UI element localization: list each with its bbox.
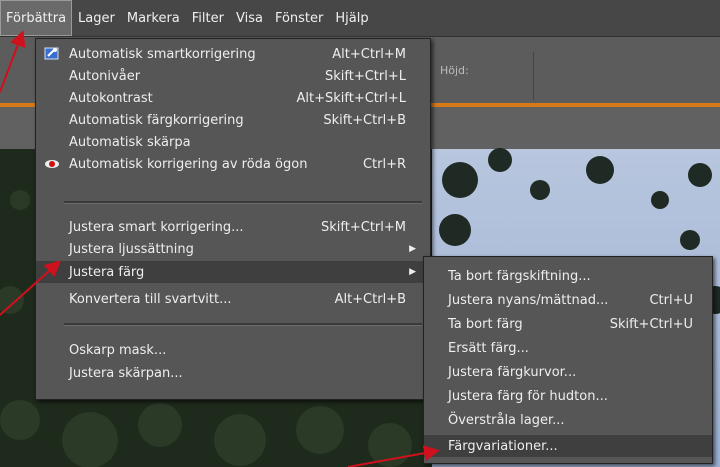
- menu-item-shortcut: Ctrl+R: [362, 156, 406, 172]
- menu-visa[interactable]: Visa: [230, 0, 269, 36]
- menu-item-label: Ta bort färg: [448, 316, 523, 332]
- menu-item-label: Justera färgkurvor...: [448, 364, 577, 380]
- menu-item-justera-ljus[interactable]: Justera ljussättning ▶: [36, 238, 430, 260]
- menu-item-label: Autokontrast: [69, 90, 153, 106]
- menu-item-shortcut: Alt+Skift+Ctrl+L: [296, 90, 407, 106]
- submenu-arrow-icon: ▶: [409, 267, 416, 277]
- justera-farg-submenu: Ta bort färgskiftning... Justera nyans/m…: [423, 256, 713, 464]
- menu-item-auto-smart[interactable]: Automatisk smartkorrigering Alt+Ctrl+M: [36, 43, 430, 65]
- menu-item-label: Ersätt färg...: [448, 340, 529, 356]
- menu-item-label: Automatisk smartkorrigering: [69, 46, 256, 62]
- menu-item-label: Överstråla lager...: [448, 412, 565, 428]
- menu-item-label: Justera färg: [69, 264, 145, 280]
- menu-item-auto-skarpa[interactable]: Automatisk skärpa: [36, 131, 430, 153]
- menu-item-label: Autonivåer: [69, 68, 141, 84]
- red-eye-icon: [44, 156, 60, 172]
- submenu-item-fargkurvor[interactable]: Justera färgkurvor...: [424, 361, 712, 383]
- menu-lager[interactable]: Lager: [72, 0, 121, 36]
- submenu-arrow-icon: ▶: [409, 244, 416, 254]
- menu-item-autokontrast[interactable]: Autokontrast Alt+Skift+Ctrl+L: [36, 87, 430, 109]
- magic-wand-icon: [44, 46, 60, 62]
- menu-item-label: Justera skärpan...: [69, 365, 183, 381]
- menu-item-label: Automatisk korrigering av röda ögon: [69, 156, 308, 172]
- menu-item-auto-fargkorrigering[interactable]: Automatisk färgkorrigering Skift+Ctrl+B: [36, 109, 430, 131]
- submenu-item-nyans-mattnad[interactable]: Justera nyans/mättnad... Ctrl+U: [424, 289, 712, 311]
- menu-separator: [64, 323, 422, 326]
- menu-markera[interactable]: Markera: [121, 0, 186, 36]
- height-label: Höjd:: [440, 64, 469, 77]
- menu-item-label: Justera smart korrigering...: [69, 219, 244, 235]
- menu-item-shortcut: Skift+Ctrl+B: [323, 112, 406, 128]
- submenu-item-fargvariationer[interactable]: Färgvariationer...: [424, 435, 712, 457]
- menu-forbattra[interactable]: Förbättra: [0, 0, 73, 36]
- menu-item-label: Justera färg för hudton...: [448, 388, 608, 404]
- menu-item-roda-ogon[interactable]: Automatisk korrigering av röda ögon Ctrl…: [36, 153, 430, 175]
- menu-item-shortcut: Skift+Ctrl+L: [325, 68, 406, 84]
- submenu-item-ersatt-farg[interactable]: Ersätt färg...: [424, 337, 712, 359]
- menu-item-justera-skarpan[interactable]: Justera skärpan...: [36, 362, 430, 384]
- submenu-item-ta-bort-farg[interactable]: Ta bort färg Skift+Ctrl+U: [424, 313, 712, 335]
- menu-separator: [64, 201, 422, 204]
- menu-hjalp[interactable]: Hjälp: [329, 0, 374, 36]
- menu-item-autonivaer[interactable]: Autonivåer Skift+Ctrl+L: [36, 65, 430, 87]
- menu-item-svartvitt[interactable]: Konvertera till svartvitt... Alt+Ctrl+B: [36, 288, 430, 310]
- menu-item-oskarp-mask[interactable]: Oskarp mask...: [36, 339, 430, 361]
- menu-item-label: Ta bort färgskiftning...: [448, 268, 591, 284]
- submenu-item-overstrala[interactable]: Överstråla lager...: [424, 409, 712, 431]
- menu-item-label: Justera nyans/mättnad...: [448, 292, 609, 308]
- menu-item-justera-farg[interactable]: Justera färg ▶: [36, 261, 430, 283]
- menu-item-shortcut: Alt+Ctrl+M: [332, 46, 406, 62]
- menu-item-shortcut: Skift+Ctrl+M: [321, 219, 406, 235]
- menu-item-label: Automatisk färgkorrigering: [69, 112, 244, 128]
- menu-item-label: Konvertera till svartvitt...: [69, 291, 232, 307]
- menu-filter[interactable]: Filter: [186, 0, 230, 36]
- menu-item-shortcut: Ctrl+U: [649, 292, 693, 308]
- forbattra-dropdown: Automatisk smartkorrigering Alt+Ctrl+M A…: [35, 38, 431, 400]
- menu-bar: Förbättra Lager Markera Filter Visa Föns…: [0, 0, 720, 37]
- menu-item-label: Färgvariationer...: [448, 438, 558, 454]
- menu-item-label: Oskarp mask...: [69, 342, 167, 358]
- submenu-item-hudton[interactable]: Justera färg för hudton...: [424, 385, 712, 407]
- menu-item-shortcut: Skift+Ctrl+U: [609, 316, 693, 332]
- toolbar-divider: [533, 52, 534, 100]
- menu-item-label: Justera ljussättning: [69, 241, 194, 257]
- submenu-item-ta-bort-fargskiftning[interactable]: Ta bort färgskiftning...: [424, 265, 712, 287]
- menu-item-shortcut: Alt+Ctrl+B: [334, 291, 406, 307]
- menu-item-justera-smart[interactable]: Justera smart korrigering... Skift+Ctrl+…: [36, 216, 430, 238]
- menu-item-label: Automatisk skärpa: [69, 134, 191, 150]
- menu-fonster[interactable]: Fönster: [269, 0, 329, 36]
